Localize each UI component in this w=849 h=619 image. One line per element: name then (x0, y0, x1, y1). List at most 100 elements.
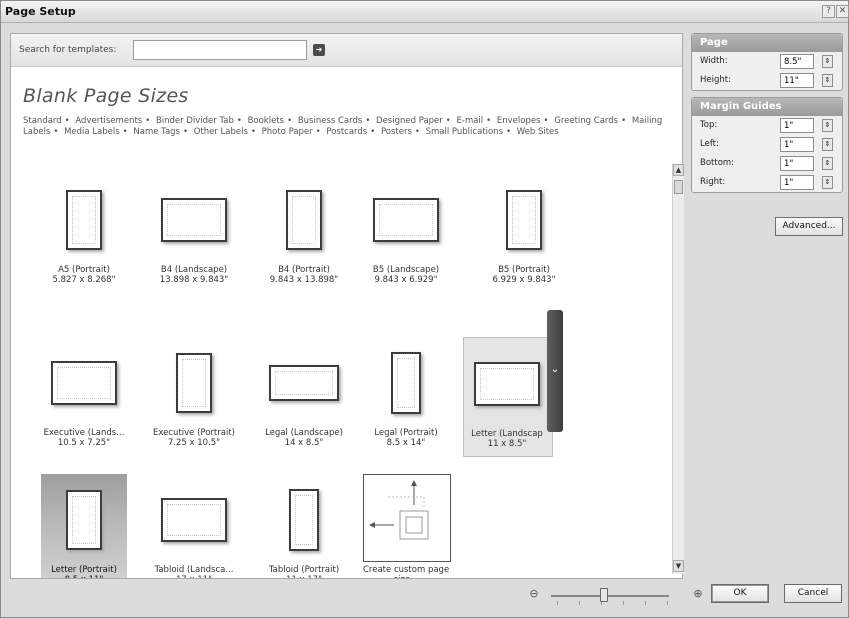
spinner-icon[interactable]: ⇕ (822, 74, 833, 87)
template-tile[interactable]: Create custom pagesize... (363, 474, 451, 578)
zoom-out-icon[interactable]: ⊖ (527, 587, 541, 601)
template-thumbnail (481, 174, 567, 264)
template-thumbnail (261, 337, 347, 427)
bottom-bar: ⊖ ⊕ OK Cancel (1, 579, 849, 619)
page-size-label: Height: (700, 75, 731, 85)
margin-guide (512, 196, 536, 244)
category-link[interactable]: Photo Paper (262, 127, 313, 137)
category-separator: • (365, 116, 371, 126)
templates-panel: Search for templates: ➜ Blank Page Sizes… (10, 33, 683, 579)
template-thumbnail (261, 174, 347, 264)
margin-guide (397, 358, 415, 408)
spinner-icon[interactable]: ⇕ (822, 157, 833, 170)
template-name: B4 (Portrait) (278, 265, 330, 275)
template-tile[interactable]: Letter (Landscap 11 x 8.5" (463, 337, 553, 457)
category-link[interactable]: E-mail (457, 116, 484, 126)
scroll-down-icon[interactable]: ▼ (673, 560, 684, 572)
zoom-in-icon[interactable]: ⊕ (691, 587, 705, 601)
category-link[interactable]: Greeting Cards (554, 116, 618, 126)
template-tile[interactable]: Tabloid (Portrait)11 x 17" (261, 474, 347, 578)
category-link[interactable]: Other Labels (194, 127, 248, 137)
cancel-button[interactable]: Cancel (784, 584, 842, 603)
settings-panel: Page Width: ⇕ Height: ⇕ Margin Guides Top: ⇕… (691, 33, 843, 199)
margin-row: Right: ⇕ (692, 173, 842, 192)
template-tile[interactable]: Tabloid (Landsca...17 x 11" (151, 474, 237, 578)
template-tile[interactable]: Legal (Landscape) 14 x 8.5" (261, 337, 347, 457)
margin-guide (379, 204, 433, 236)
category-separator: • (287, 116, 293, 126)
category-link[interactable]: Binder Divider Tab (156, 116, 234, 126)
template-tile[interactable]: Legal (Portrait) 8.5 x 14" (363, 337, 449, 457)
category-link[interactable]: Small Publications (426, 127, 503, 137)
margin-label: Left: (700, 139, 719, 149)
template-tile[interactable]: Letter (Portrait)8.5 x 11" (41, 474, 127, 578)
category-link[interactable]: Advertisements (75, 116, 142, 126)
page-size-label: Width: (700, 56, 728, 66)
template-tile[interactable]: Executive (Portrait) 7.25 x 10.5" (151, 337, 237, 457)
category-separator: • (122, 127, 128, 137)
spinner-icon[interactable]: ⇕ (822, 176, 833, 189)
category-link[interactable]: Envelopes (497, 116, 541, 126)
zoom-slider-thumb[interactable] (600, 588, 609, 602)
category-link[interactable]: Standard (23, 116, 62, 126)
margin-row: Top: ⇕ (692, 116, 842, 135)
vertical-scrollbar[interactable]: ▲ ▼ (672, 164, 684, 574)
template-tile[interactable]: B5 (Portrait) 6.929 x 9.843" (481, 174, 567, 294)
spinner-icon[interactable]: ⇕ (822, 138, 833, 151)
template-size: 10.5 x 7.25" (57, 438, 111, 448)
template-tile[interactable]: Executive (Lands... 10.5 x 7.25" (41, 337, 127, 457)
spinner-icon[interactable]: ⇕ (822, 55, 833, 68)
search-go-icon[interactable]: ➜ (313, 44, 325, 56)
template-size: 11 x 8.5" (487, 439, 527, 449)
template-size: 14 x 8.5" (284, 438, 324, 448)
category-link[interactable]: Media Labels (64, 127, 120, 137)
page-size-input[interactable] (780, 73, 814, 88)
category-link[interactable]: Business Cards (298, 116, 363, 126)
template-name: Legal (Landscape) (265, 428, 343, 438)
margin-input[interactable] (780, 175, 814, 190)
category-link[interactable]: Web Sites (517, 127, 559, 137)
template-caption: Executive (Lands... 10.5 x 7.25" (41, 428, 127, 448)
template-name: B5 (Landscape) (372, 265, 440, 275)
spinner-icon[interactable]: ⇕ (822, 119, 833, 132)
template-tile[interactable]: A5 (Portrait) 5.827 x 8.268" (41, 174, 127, 294)
category-link[interactable]: Postcards (326, 127, 367, 137)
template-caption: B4 (Portrait) 9.843 x 13.898" (261, 265, 347, 285)
scroll-thumb[interactable] (674, 180, 683, 194)
zoom-slider[interactable] (551, 595, 669, 597)
template-thumbnail (41, 174, 127, 264)
zoom-tick (645, 601, 646, 605)
margin-guide (182, 359, 206, 407)
advanced-button[interactable]: Advanced... (775, 217, 843, 236)
category-link[interactable]: Name Tags (133, 127, 180, 137)
template-name: Letter (Portrait) (51, 565, 117, 575)
page-size-input[interactable] (780, 54, 814, 69)
page-group-title: Page (692, 34, 842, 52)
template-thumbnail (464, 338, 550, 428)
template-dropdown-icon[interactable]: ⌄ (547, 310, 563, 432)
page-preview-icon (391, 352, 421, 414)
template-tile[interactable]: B4 (Landscape) 13.898 x 9.843" (151, 174, 237, 294)
search-label: Search for templates: (19, 45, 117, 55)
zoom-tick (557, 601, 558, 605)
scroll-up-icon[interactable]: ▲ (673, 164, 684, 176)
category-link[interactable]: Posters (381, 127, 412, 137)
category-separator: • (370, 127, 376, 137)
margin-input[interactable] (780, 137, 814, 152)
zoom-tick (623, 601, 624, 605)
custom-page-icon (363, 474, 451, 562)
template-tile[interactable]: B5 (Landscape) 9.843 x 6.929" (363, 174, 449, 294)
page-size-row: Width: ⇕ (692, 52, 842, 71)
page-preview-icon (506, 190, 542, 250)
template-tile[interactable]: B4 (Portrait) 9.843 x 13.898" (261, 174, 347, 294)
page-preview-icon (269, 365, 339, 401)
margin-input[interactable] (780, 118, 814, 133)
close-icon[interactable]: ✕ (836, 5, 849, 18)
help-icon[interactable]: ? (822, 5, 835, 18)
margin-input[interactable] (780, 156, 814, 171)
category-link[interactable]: Booklets (248, 116, 285, 126)
search-input[interactable] (133, 40, 307, 60)
template-name: Legal (Portrait) (374, 428, 438, 438)
ok-button[interactable]: OK (711, 584, 769, 603)
category-link[interactable]: Designed Paper (376, 116, 443, 126)
